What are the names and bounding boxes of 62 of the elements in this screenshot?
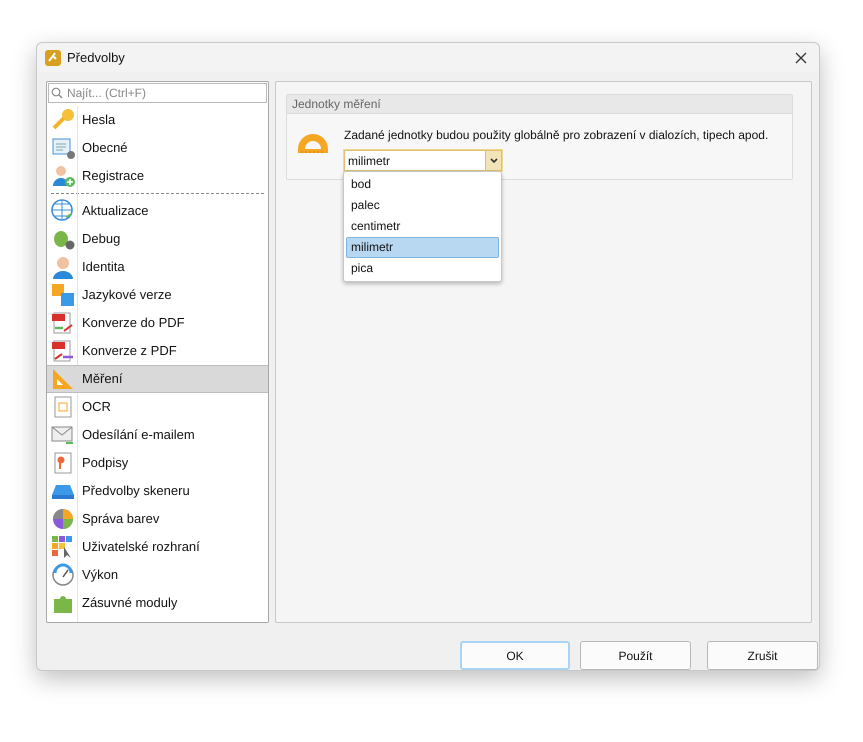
item-label: Obecné xyxy=(82,139,128,158)
units-dropdown[interactable]: milimetr xyxy=(344,150,502,172)
ruler-triangle-icon xyxy=(51,367,75,392)
sidebar-item[interactable]: Měření xyxy=(47,365,268,394)
dropdown-option[interactable]: palec xyxy=(346,195,499,216)
sidebar-item[interactable]: Identita xyxy=(47,253,268,282)
sidebar-item[interactable]: Předvolby skeneru xyxy=(47,477,268,506)
close-icon[interactable] xyxy=(795,52,807,64)
sidebar-item[interactable]: Podpisy xyxy=(47,449,268,478)
sidebar-item[interactable]: Konverze do PDF xyxy=(47,309,268,338)
dropdown-option[interactable]: centimetr xyxy=(346,216,499,238)
item-label: OCR xyxy=(82,398,111,416)
pdf-document-icon xyxy=(51,339,75,364)
item-label: Výkon xyxy=(82,566,118,584)
item-label: Uživatelské rozhraní xyxy=(82,538,200,556)
item-label: Debug xyxy=(82,230,120,248)
dialog-button[interactable]: OK xyxy=(460,641,570,670)
sidebar-item[interactable]: Zásuvné moduly xyxy=(47,589,268,618)
item-label: Aktualizace xyxy=(82,202,148,220)
item-label: Identita xyxy=(82,258,125,276)
item-label: Konverze do PDF xyxy=(82,314,185,332)
sidebar-item[interactable]: Hesla xyxy=(47,106,268,134)
pdf-document-icon xyxy=(51,311,75,336)
sidebar-item[interactable]: Uživatelské rozhraní xyxy=(47,533,268,562)
dropdown-option[interactable]: bod xyxy=(346,174,499,196)
tiles-cursor-icon xyxy=(51,535,75,560)
app-logo-icon xyxy=(45,50,61,66)
window-title: Předvolby xyxy=(67,48,125,67)
item-label: Zásuvné moduly xyxy=(82,594,178,612)
gauge-icon xyxy=(51,563,75,588)
sidebar-item[interactable]: Debug xyxy=(47,225,268,254)
item-label: Správa barev xyxy=(82,510,160,528)
item-label: Předvolby skeneru xyxy=(82,482,190,500)
sidebar-item[interactable]: Správa barev xyxy=(47,505,268,534)
group-title: Jednotky měření xyxy=(287,95,792,114)
sidebar-item[interactable]: OCR xyxy=(47,393,268,422)
chevron-down-icon xyxy=(490,158,498,164)
item-label: Měření xyxy=(82,370,122,388)
description-text: Zadané jednotky budou použity globálně pro zobrazení v dialozích, tipech apod. xyxy=(344,127,768,144)
search-icon xyxy=(51,87,63,100)
sidebar-item[interactable]: Aktualizace xyxy=(47,197,268,226)
item-label: Odesílání e-mailem xyxy=(82,426,195,444)
item-label: Konverze z PDF xyxy=(82,342,177,360)
sidebar-item[interactable]: Odesílání e-mailem xyxy=(47,421,268,450)
item-label: Podpisy xyxy=(82,454,128,472)
sidebar-item[interactable]: Registrace xyxy=(47,162,268,190)
dialog-button[interactable]: Použít xyxy=(580,641,691,670)
item-label: Registrace xyxy=(82,167,144,186)
dropdown-option[interactable]: pica xyxy=(346,258,499,280)
search-field[interactable]: Najít... (Ctrl+F) xyxy=(48,83,267,104)
sidebar-item[interactable]: Jazykové verze xyxy=(47,281,268,310)
color-wheel-icon xyxy=(51,507,75,532)
dialog-button[interactable]: Zrušit xyxy=(707,641,818,670)
item-label: Jazykové verze xyxy=(82,286,172,304)
sidebar-item[interactable]: Obecné xyxy=(47,134,268,162)
sidebar-item[interactable]: Výkon xyxy=(47,561,268,590)
item-label: Hesla xyxy=(82,111,116,130)
globe-icon xyxy=(51,199,75,224)
person-plus-icon xyxy=(51,164,75,188)
dropdown-option[interactable]: milimetr xyxy=(346,237,499,258)
sidebar-item[interactable]: Konverze z PDF xyxy=(47,337,268,366)
person-icon xyxy=(51,255,75,280)
